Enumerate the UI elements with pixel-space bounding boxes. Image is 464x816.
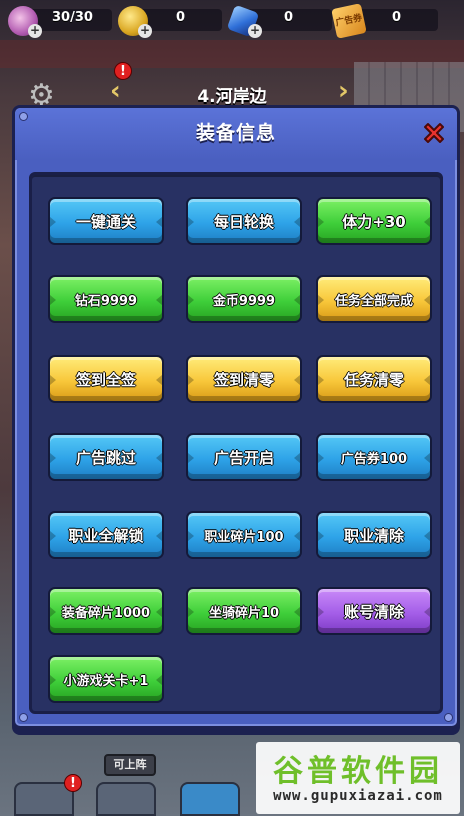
gem-resource[interactable]: 0 + (226, 4, 332, 38)
close-button[interactable] (419, 118, 449, 148)
coin-resource[interactable]: 0 + (118, 6, 222, 38)
coins-9999-button[interactable]: 金币9999 (186, 275, 302, 323)
stamina-add-icon[interactable]: + (28, 24, 42, 38)
skip-ads-button[interactable]: 广告跳过 (48, 433, 164, 481)
equipment-info-dialog: 装备信息 一键通关 每日轮换 体力+30 钻石9999 金币9999 任务全部完… (12, 105, 460, 729)
equipment-shards-1000-button[interactable]: 装备碎片1000 (48, 587, 164, 635)
stamina-resource[interactable]: 30/30 + (8, 6, 112, 38)
diamonds-9999-button[interactable]: 钻石9999 (48, 275, 164, 323)
watermark: 谷普软件园 www.gupuxiazai.com (256, 742, 460, 814)
bottom-slot[interactable] (96, 782, 156, 816)
ad-ticket-icon: 广告券 (331, 3, 367, 39)
stage-title: 4.河岸边 (197, 87, 267, 107)
ad-tickets-100-button[interactable]: 广告券100 (316, 433, 432, 481)
unlock-all-classes-button[interactable]: 职业全解锁 (48, 511, 164, 559)
tasks-reset-button[interactable]: 任务清零 (316, 355, 432, 403)
daily-rotation-button[interactable]: 每日轮换 (186, 197, 302, 245)
stamina-value: 30/30 (52, 10, 93, 25)
clear-classes-button[interactable]: 职业清除 (316, 511, 432, 559)
corner-rivet (19, 112, 28, 121)
dialog-title: 装备信息 (195, 122, 276, 144)
ad-ticket-icon-label: 广告券 (334, 13, 364, 29)
deploy-button[interactable]: 可上阵 (104, 754, 156, 776)
clear-account-button[interactable]: 账号清除 (316, 587, 432, 635)
corner-rivet (19, 713, 28, 722)
ad-ticket-resource[interactable]: 广告券 0 (331, 3, 438, 39)
gem-add-icon[interactable]: + (248, 24, 262, 38)
complete-all-tasks-button[interactable]: 任务全部完成 (316, 275, 432, 323)
one-click-clear-button[interactable]: 一键通关 (48, 197, 164, 245)
enable-ads-button[interactable]: 广告开启 (186, 433, 302, 481)
ad-ticket-value: 0 (392, 10, 402, 25)
coin-add-icon[interactable]: + (138, 24, 152, 38)
coin-value: 0 (176, 10, 186, 25)
close-icon (424, 123, 444, 143)
class-shards-100-button[interactable]: 职业碎片100 (186, 511, 302, 559)
stamina-plus-30-button[interactable]: 体力+30 (316, 197, 432, 245)
resource-bar: 30/30 + 0 + 0 + 广告券 0 (0, 0, 464, 44)
sign-in-all-button[interactable]: 签到全签 (48, 355, 164, 403)
watermark-name: 谷普软件园 (273, 754, 443, 789)
watermark-url: www.gupuxiazai.com (273, 788, 443, 804)
minigame-level-plus-1-button[interactable]: 小游戏关卡+1 (48, 655, 164, 703)
sign-in-reset-button[interactable]: 签到清零 (186, 355, 302, 403)
bottom-alert-badge-icon: ! (64, 774, 82, 792)
cheat-button-panel: 一键通关 每日轮换 体力+30 钻石9999 金币9999 任务全部完成 签到全… (29, 172, 443, 714)
bottom-slot-active[interactable] (180, 782, 240, 816)
mount-shards-10-button[interactable]: 坐骑碎片10 (186, 587, 302, 635)
corner-rivet (444, 713, 453, 722)
gem-value: 0 (284, 10, 294, 25)
